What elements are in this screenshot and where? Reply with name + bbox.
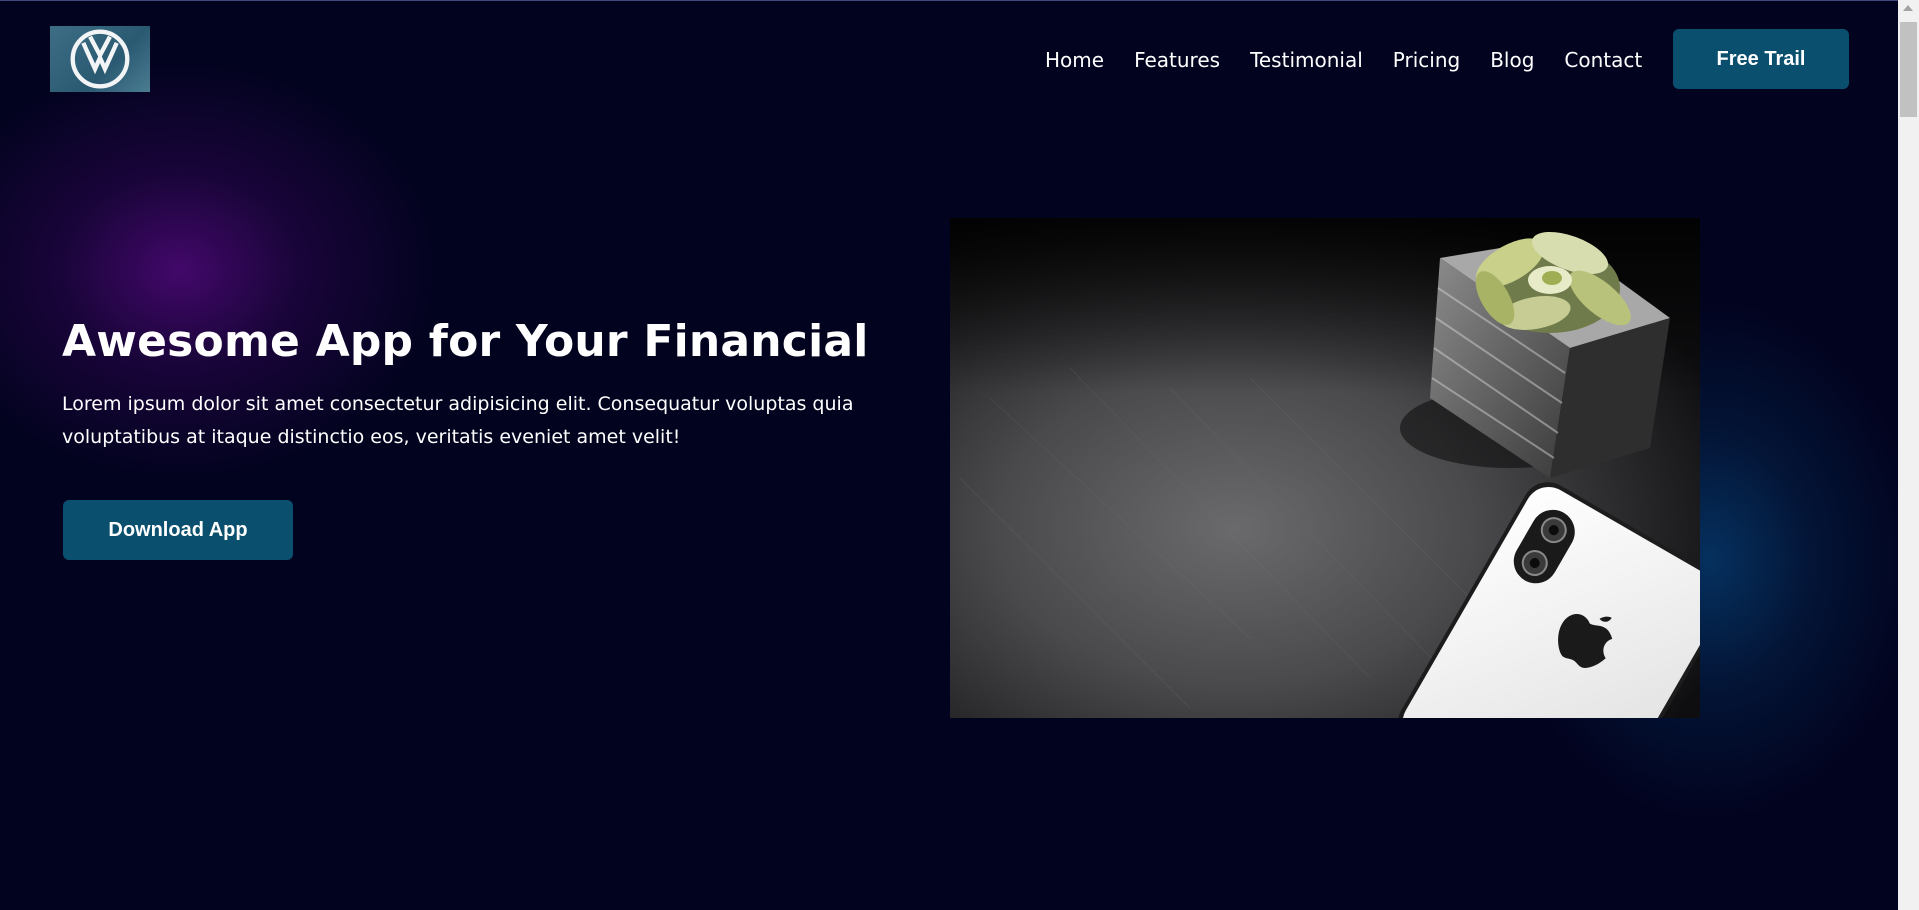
nav-item-features[interactable]: Features [1134, 48, 1220, 72]
scroll-up-arrow-icon[interactable] [1903, 5, 1913, 11]
landing-page: Home Features Testimonial Pricing Blog C… [0, 0, 1919, 910]
site-logo[interactable] [50, 26, 150, 92]
nav-item-home[interactable]: Home [1045, 48, 1104, 72]
scrollbar-thumb[interactable] [1900, 22, 1917, 117]
hero-image [950, 218, 1700, 718]
free-trail-button[interactable]: Free Trail [1673, 29, 1849, 89]
nav-item-testimonial[interactable]: Testimonial [1250, 48, 1363, 72]
nav-item-pricing[interactable]: Pricing [1393, 48, 1460, 72]
download-app-button[interactable]: Download App [63, 500, 293, 560]
main-nav: Home Features Testimonial Pricing Blog C… [1045, 48, 1672, 72]
hero-description: Lorem ipsum dolor sit amet consectetur a… [62, 393, 854, 448]
page-scrollbar[interactable] [1898, 0, 1919, 910]
vw-logo-icon [70, 29, 130, 89]
top-border [0, 0, 1898, 1]
nav-item-blog[interactable]: Blog [1490, 48, 1534, 72]
nav-item-contact[interactable]: Contact [1564, 48, 1642, 72]
desk-plant-phone-photo-icon [950, 218, 1700, 718]
hero-title: Awesome App for Your Financial [62, 316, 869, 367]
